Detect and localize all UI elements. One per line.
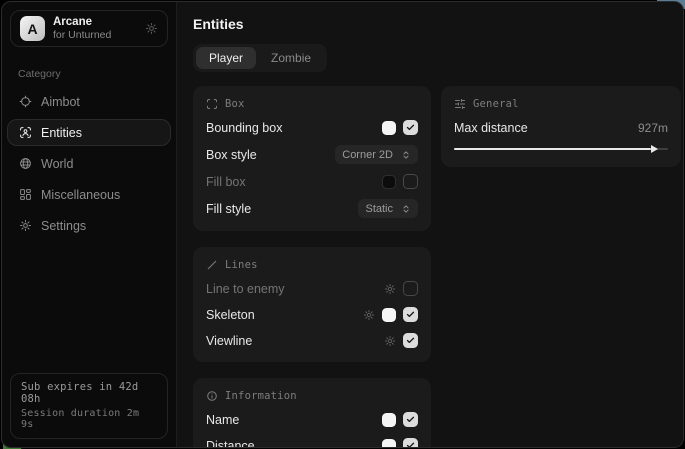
viewline-settings-gear-icon[interactable]	[384, 335, 396, 347]
fill-style-row: Fill style Static	[206, 199, 418, 218]
brand-text: Arcane for Unturned	[53, 15, 111, 43]
distance-checkbox[interactable]	[403, 438, 418, 448]
entity-tabs: Player Zombie	[193, 44, 327, 72]
info-icon	[206, 390, 218, 402]
distance-color-swatch[interactable]	[382, 439, 396, 449]
bounding-box-checkbox[interactable]	[403, 120, 418, 135]
sidebar-item-label: Miscellaneous	[41, 188, 120, 202]
sidebar-item-entities[interactable]: Entities	[7, 119, 171, 146]
skeleton-row: Skeleton	[206, 306, 418, 323]
line-to-enemy-row: Line to enemy	[206, 280, 418, 297]
fill-box-color-swatch[interactable]	[382, 175, 396, 189]
brand-gear-icon[interactable]	[145, 22, 158, 35]
skeleton-color-swatch[interactable]	[382, 308, 396, 322]
lines-section-card: Lines Line to enemy Skeleton	[193, 247, 431, 362]
information-section-card: Information Name Distance	[193, 378, 431, 448]
chevrons-up-down-icon	[401, 204, 411, 214]
max-distance-row: Max distance 927m	[454, 119, 668, 136]
max-distance-slider[interactable]	[454, 144, 668, 154]
box-style-label: Box style	[206, 148, 257, 162]
name-label: Name	[206, 413, 239, 427]
gear-icon	[19, 219, 32, 232]
skeleton-checkbox[interactable]	[403, 307, 418, 322]
general-section-card: General Max distance 927m	[441, 86, 681, 167]
section-title: Box	[225, 98, 245, 110]
bounding-box-label: Bounding box	[206, 121, 282, 135]
distance-label: Distance	[206, 439, 255, 449]
line-to-enemy-settings-gear-icon[interactable]	[384, 283, 396, 295]
information-section-header: Information	[206, 390, 418, 402]
viewline-label: Viewline	[206, 334, 252, 348]
max-distance-label: Max distance	[454, 121, 528, 135]
box-section-header: Box	[206, 98, 418, 110]
sidebar-item-settings[interactable]: Settings	[7, 212, 171, 239]
max-distance-slider-fill	[454, 148, 651, 150]
brand-card: A Arcane for Unturned	[10, 10, 168, 47]
fill-box-label: Fill box	[206, 175, 246, 189]
line-slash-icon	[206, 259, 218, 271]
section-title: Information	[225, 390, 297, 402]
page-title: Entities	[193, 16, 681, 32]
crosshair-icon	[19, 95, 32, 108]
section-title: General	[473, 98, 519, 110]
app-window: A Arcane for Unturned Category Aimbot En…	[1, 1, 684, 448]
box-scan-icon	[206, 98, 218, 110]
category-label: Category	[18, 68, 160, 80]
box-style-row: Box style Corner 2D	[206, 145, 418, 164]
entities-scan-icon	[19, 126, 32, 139]
sidebar-nav: Aimbot Entities World Miscellaneous	[2, 88, 176, 239]
skeleton-label: Skeleton	[206, 308, 255, 322]
name-row: Name	[206, 411, 418, 428]
section-title: Lines	[225, 259, 258, 271]
box-section-card: Box Bounding box Box style Cor	[193, 86, 431, 231]
sidebar-item-label: Settings	[41, 219, 86, 233]
app-logo: A	[20, 16, 45, 41]
fill-box-checkbox[interactable]	[403, 174, 418, 189]
sidebar-item-world[interactable]: World	[7, 150, 171, 177]
chevrons-up-down-icon	[401, 150, 411, 160]
subscription-expires: Sub expires in 42d 08h	[21, 381, 157, 405]
sidebar: A Arcane for Unturned Category Aimbot En…	[2, 2, 176, 447]
slider-handle-arrow-icon[interactable]	[651, 145, 658, 153]
fill-style-select[interactable]: Static	[358, 199, 418, 218]
tab-zombie[interactable]: Zombie	[258, 47, 324, 69]
max-distance-value: 927m	[638, 121, 668, 135]
sliders-icon	[454, 98, 466, 110]
sidebar-item-miscellaneous[interactable]: Miscellaneous	[7, 181, 171, 208]
globe-icon	[19, 157, 32, 170]
main-panel: Entities Player Zombie Box Bounding box	[176, 2, 684, 447]
line-to-enemy-checkbox[interactable]	[403, 281, 418, 296]
line-to-enemy-label: Line to enemy	[206, 282, 285, 296]
name-checkbox[interactable]	[403, 412, 418, 427]
app-subtitle: for Unturned	[53, 29, 111, 42]
name-color-swatch[interactable]	[382, 413, 396, 427]
box-style-value: Corner 2D	[342, 149, 393, 161]
box-style-select[interactable]: Corner 2D	[335, 145, 418, 164]
tab-player[interactable]: Player	[196, 47, 256, 69]
session-duration: Session duration 2m 9s	[21, 408, 157, 430]
skeleton-settings-gear-icon[interactable]	[363, 309, 375, 321]
sidebar-item-label: Aimbot	[41, 95, 80, 109]
sidebar-item-aimbot[interactable]: Aimbot	[7, 88, 171, 115]
bounding-box-color-swatch[interactable]	[382, 121, 396, 135]
bounding-box-row: Bounding box	[206, 119, 418, 136]
viewline-row: Viewline	[206, 332, 418, 349]
subscription-card: Sub expires in 42d 08h Session duration …	[10, 373, 168, 439]
general-section-header: General	[454, 98, 668, 110]
app-name: Arcane	[53, 15, 111, 29]
fill-box-row: Fill box	[206, 173, 418, 190]
viewline-checkbox[interactable]	[403, 333, 418, 348]
sidebar-item-label: World	[41, 157, 73, 171]
distance-row: Distance	[206, 437, 418, 448]
fill-style-value: Static	[365, 203, 393, 215]
fill-style-label: Fill style	[206, 202, 251, 216]
lines-section-header: Lines	[206, 259, 418, 271]
sidebar-item-label: Entities	[41, 126, 82, 140]
layout-grid-icon	[19, 188, 32, 201]
